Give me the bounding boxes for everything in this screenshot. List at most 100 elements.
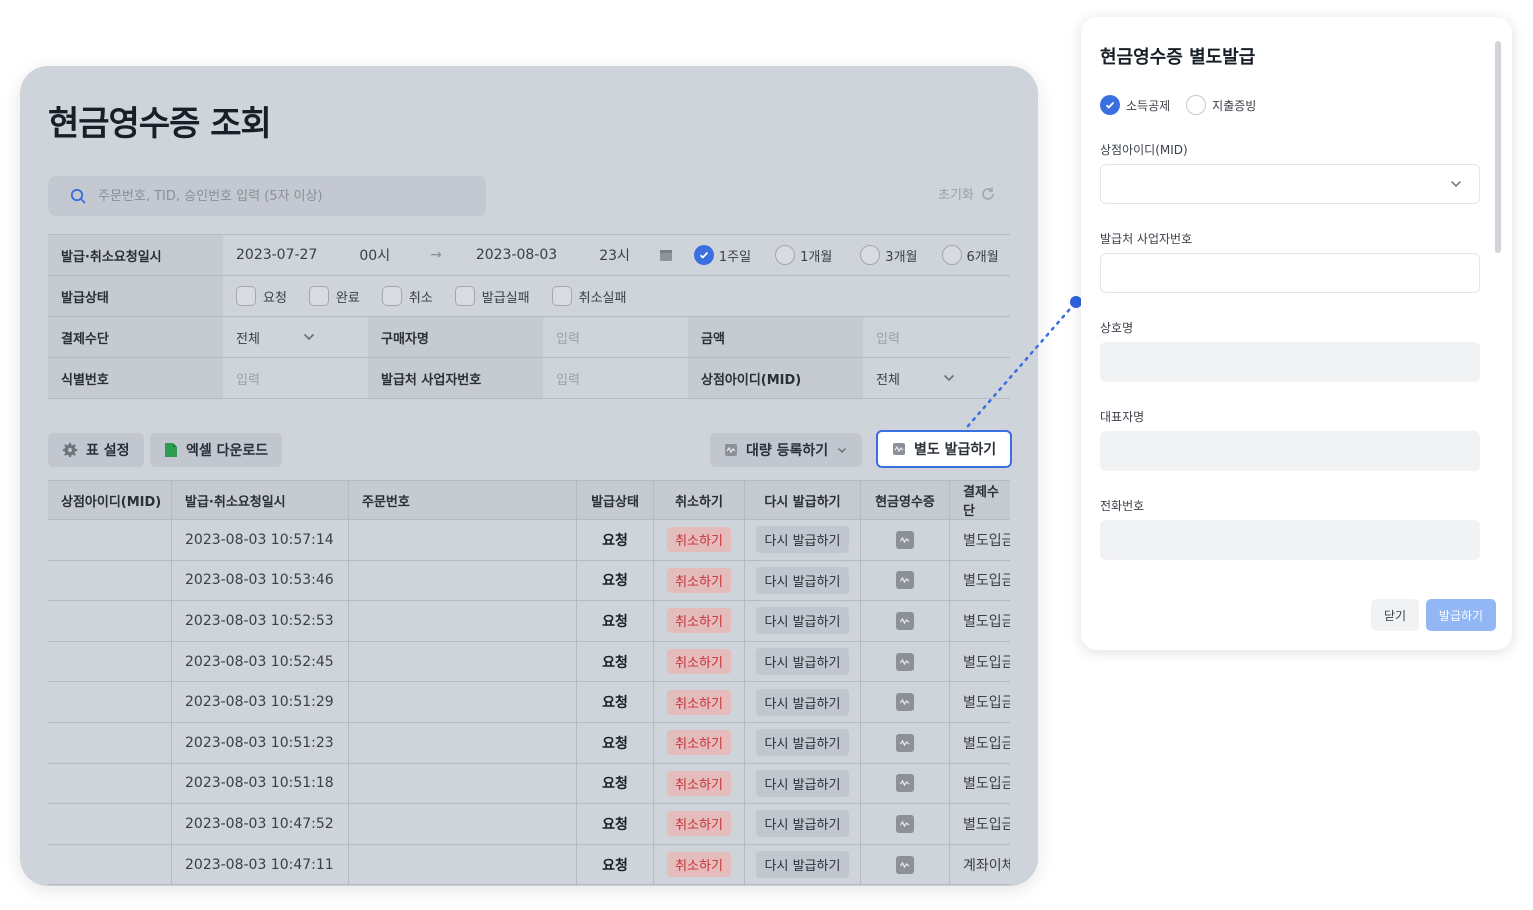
- status-checkbox[interactable]: 완료: [308, 286, 360, 306]
- cell-datetime: 2023-08-03 10:51:29: [172, 682, 349, 722]
- receipt-icon[interactable]: [896, 774, 914, 793]
- table-row[interactable]: 2023-08-03 10:57:14 요청 취소하기 다시 발급하기 별도입금: [48, 520, 1010, 561]
- cancel-button[interactable]: 취소하기: [667, 811, 731, 837]
- reset-button[interactable]: 초기화: [938, 184, 996, 203]
- id-input[interactable]: 입력: [223, 358, 368, 398]
- status-checkbox[interactable]: 취소실패: [551, 286, 626, 306]
- period-6month[interactable]: 6개월: [941, 245, 999, 265]
- reissue-button[interactable]: 다시 발급하기: [755, 810, 850, 838]
- cancel-button[interactable]: 취소하기: [667, 770, 731, 796]
- header-cell[interactable]: 발급·취소요청일시: [172, 481, 349, 519]
- reissue-button[interactable]: 다시 발급하기: [755, 648, 850, 676]
- header-cell[interactable]: 상점아이디(MID): [48, 481, 172, 519]
- start-hour[interactable]: 00시: [359, 245, 390, 265]
- cancel-button[interactable]: 취소하기: [667, 730, 731, 756]
- cell-reissue: 다시 발급하기: [745, 641, 861, 682]
- bulk-register-button[interactable]: 대량 등록하기: [710, 433, 863, 467]
- mid-select[interactable]: 전체: [863, 358, 1009, 398]
- receipt-icon[interactable]: [896, 814, 914, 833]
- table-row[interactable]: 2023-08-03 10:52:53 요청 취소하기 다시 발급하기 별도입금: [48, 601, 1010, 642]
- table-row[interactable]: 2023-08-03 10:47:52 요청 취소하기 다시 발급하기 별도입금: [48, 804, 1010, 845]
- cancel-button[interactable]: 취소하기: [667, 852, 731, 878]
- reissue-button[interactable]: 다시 발급하기: [755, 566, 850, 594]
- cell-cancel: 취소하기: [654, 601, 745, 641]
- search-box[interactable]: [48, 176, 486, 216]
- header-cell[interactable]: 주문번호: [349, 481, 577, 519]
- id-placeholder: 입력: [236, 372, 260, 388]
- table-row[interactable]: 2023-08-03 10:53:46 요청 취소하기 다시 발급하기 별도입금: [48, 560, 1010, 602]
- cancel-button[interactable]: 취소하기: [667, 527, 731, 553]
- cell-order: [349, 804, 577, 844]
- panel-scrollbar[interactable]: [1495, 41, 1501, 253]
- header-cell[interactable]: 발급상태: [577, 481, 654, 519]
- end-date[interactable]: 2023-08-03: [476, 247, 557, 263]
- header-cell[interactable]: 다시 발급하기: [745, 481, 861, 519]
- cell-method: 별도입금: [963, 654, 1010, 671]
- checkbox-icon: [551, 286, 572, 306]
- cancel-button[interactable]: 취소하기: [667, 567, 731, 593]
- header-cell[interactable]: 현금영수증: [861, 481, 950, 519]
- calendar-icon[interactable]: [658, 247, 674, 263]
- type-income-deduction[interactable]: 소득공제: [1100, 95, 1170, 115]
- reissue-button[interactable]: 다시 발급하기: [755, 769, 850, 797]
- receipt-icon[interactable]: [896, 530, 914, 549]
- cell-mid: [48, 560, 172, 601]
- page-title: 현금영수증 조회: [48, 104, 272, 144]
- receipt-icon[interactable]: [896, 855, 914, 874]
- ceo-input[interactable]: [1100, 431, 1480, 471]
- type-expense-proof[interactable]: 지출증빙: [1186, 95, 1256, 115]
- period-1month[interactable]: 1개월: [775, 245, 832, 265]
- status-checkbox[interactable]: 취소: [381, 286, 433, 306]
- receipt-icon[interactable]: [896, 693, 914, 712]
- reissue-button[interactable]: 다시 발급하기: [755, 526, 850, 554]
- close-button[interactable]: 닫기: [1371, 599, 1419, 631]
- cancel-button[interactable]: 취소하기: [667, 649, 731, 675]
- period-3month[interactable]: 3개월: [860, 245, 918, 265]
- cell-receipt: [861, 520, 950, 560]
- biz-input[interactable]: 입력: [543, 358, 688, 398]
- receipt-type-radios: 소득공제 지출증빙: [1100, 95, 1256, 115]
- cell-method: 별도입금: [963, 573, 1010, 590]
- header-cell[interactable]: 취소하기: [654, 481, 745, 519]
- cell-status: 요청: [577, 804, 654, 844]
- cell-receipt: [861, 722, 950, 763]
- end-hour[interactable]: 23시: [599, 245, 630, 265]
- cell-cancel: 취소하기: [654, 682, 745, 722]
- table-row[interactable]: 2023-08-03 10:51:29 요청 취소하기 다시 발급하기 별도입금: [48, 682, 1010, 723]
- payment-select[interactable]: 전체: [223, 317, 368, 357]
- biz-number-input[interactable]: [1100, 253, 1480, 293]
- stage: 현금영수증 조회 초기화 발급·취소요청일시 2023-07-27 00시 → …: [0, 0, 1533, 910]
- reissue-button[interactable]: 다시 발급하기: [755, 729, 850, 757]
- mid-select[interactable]: [1100, 164, 1480, 204]
- table-settings-button[interactable]: 표 설정: [48, 433, 144, 467]
- separate-issue-button[interactable]: 별도 발급하기: [876, 430, 1013, 468]
- cell-reissue: 다시 발급하기: [745, 844, 861, 885]
- panel-title: 현금영수증 별도발급: [1100, 47, 1256, 68]
- issue-button[interactable]: 발급하기: [1426, 599, 1496, 631]
- table-row[interactable]: 2023-08-03 10:51:23 요청 취소하기 다시 발급하기 별도입금: [48, 722, 1010, 764]
- phone-input[interactable]: [1100, 520, 1480, 560]
- search-input[interactable]: [98, 188, 458, 204]
- cancel-button[interactable]: 취소하기: [667, 608, 731, 634]
- company-input[interactable]: [1100, 342, 1480, 382]
- table-row[interactable]: 2023-08-03 10:51:18 요청 취소하기 다시 발급하기 별도입금: [48, 763, 1010, 805]
- status-checkbox[interactable]: 요청: [236, 286, 287, 306]
- reissue-button[interactable]: 다시 발급하기: [755, 851, 850, 879]
- receipt-icon[interactable]: [896, 611, 914, 630]
- excel-download-button[interactable]: 엑셀 다운로드: [150, 433, 283, 467]
- table-row[interactable]: 2023-08-03 10:47:11 요청 취소하기 다시 발급하기 계좌이체: [48, 844, 1010, 886]
- status-checkbox[interactable]: 발급실패: [454, 286, 530, 306]
- reissue-button[interactable]: 다시 발급하기: [755, 607, 850, 635]
- receipt-icon[interactable]: [896, 652, 914, 671]
- start-date[interactable]: 2023-07-27: [236, 247, 317, 263]
- reissue-button[interactable]: 다시 발급하기: [755, 688, 850, 716]
- buyer-input[interactable]: 입력: [543, 317, 688, 357]
- period-label: 1주일: [718, 249, 752, 265]
- header-cell[interactable]: 결제수단: [950, 481, 1010, 519]
- cancel-button[interactable]: 취소하기: [667, 689, 731, 715]
- table-row[interactable]: 2023-08-03 10:52:45 요청 취소하기 다시 발급하기 별도입금: [48, 641, 1010, 683]
- receipt-icon[interactable]: [896, 571, 914, 590]
- amount-input[interactable]: 입력: [863, 317, 1009, 357]
- receipt-icon[interactable]: [896, 733, 914, 752]
- period-1week[interactable]: 1주일: [693, 245, 752, 265]
